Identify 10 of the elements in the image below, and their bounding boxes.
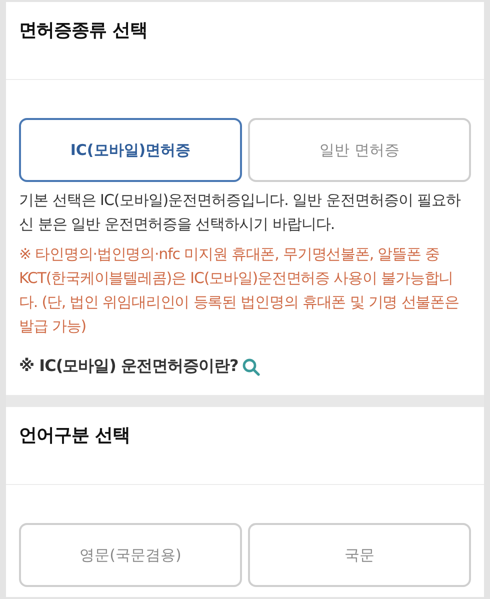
section-title: 언어구분 선택 bbox=[19, 425, 130, 446]
warning-text: ※ 타인명의·법인명의·nfc 미지원 휴대폰, 무기명선불폰, 알뜰폰 중 KCT(한국케이블텔레콤)은 IC(모바일)운전면허증 사용이 불가능합니다. (단, 법인 위임대리인이 등록된 법인명의 휴대폰 및 기명 선불폰은 발급 가능) bbox=[19, 244, 460, 337]
option-button[interactable]: 일반 면허증 bbox=[248, 118, 471, 182]
section-title: 면허증종류 선택 bbox=[19, 20, 148, 41]
description-text: 기본 선택은 IC(모바일)운전면허증입니다. 일반 운전면허증이 필요하신 분은 일반 운전면허증을 선택하시기 바랍니다. bbox=[19, 190, 462, 235]
info-link[interactable]: ※ IC(모바일) 운전면허증이란? bbox=[19, 356, 238, 377]
search-icon[interactable] bbox=[242, 358, 260, 376]
option-button[interactable]: 영문(국문겸용) bbox=[19, 523, 242, 587]
option-button[interactable]: IC(모바일)면허증 bbox=[19, 118, 242, 182]
option-button[interactable]: 국문 bbox=[248, 523, 471, 587]
